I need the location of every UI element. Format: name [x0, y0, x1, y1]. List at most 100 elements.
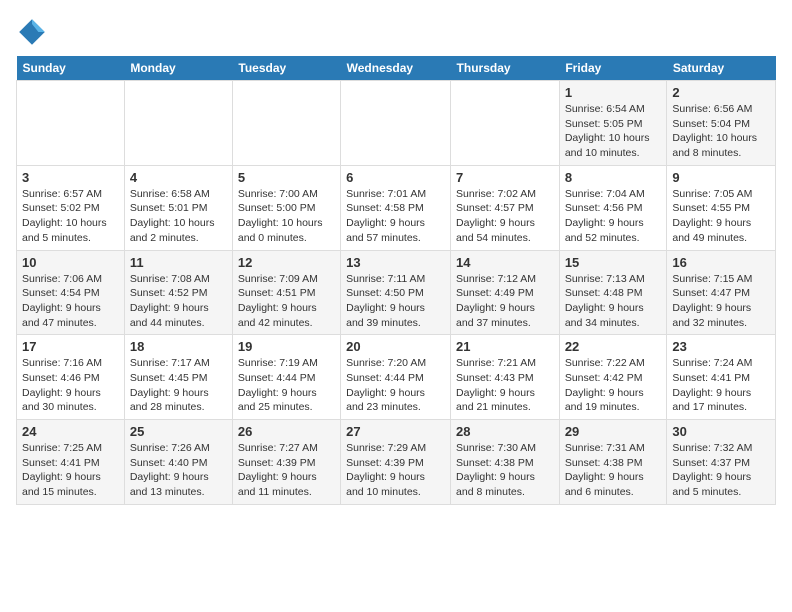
- calendar-cell: 27 Sunrise: 7:29 AM Sunset: 4:39 PM Dayli…: [341, 420, 451, 505]
- day-number: 16: [672, 255, 770, 270]
- day-info: Sunrise: 7:11 AM Sunset: 4:50 PM Dayligh…: [346, 272, 445, 331]
- calendar-cell: [232, 81, 340, 166]
- day-info: Sunrise: 7:02 AM Sunset: 4:57 PM Dayligh…: [456, 187, 554, 246]
- day-info: Sunrise: 6:57 AM Sunset: 5:02 PM Dayligh…: [22, 187, 119, 246]
- calendar-cell: 19 Sunrise: 7:19 AM Sunset: 4:44 PM Dayli…: [232, 335, 340, 420]
- day-number: 3: [22, 170, 119, 185]
- day-info: Sunrise: 7:06 AM Sunset: 4:54 PM Dayligh…: [22, 272, 119, 331]
- day-info: Sunrise: 7:05 AM Sunset: 4:55 PM Dayligh…: [672, 187, 770, 246]
- calendar-cell: 2 Sunrise: 6:56 AM Sunset: 5:04 PM Daylig…: [667, 81, 776, 166]
- day-number: 4: [130, 170, 227, 185]
- day-number: 19: [238, 339, 335, 354]
- day-info: Sunrise: 7:29 AM Sunset: 4:39 PM Dayligh…: [346, 441, 445, 500]
- day-info: Sunrise: 7:31 AM Sunset: 4:38 PM Dayligh…: [565, 441, 662, 500]
- calendar-cell: [17, 81, 125, 166]
- calendar-cell: 17 Sunrise: 7:16 AM Sunset: 4:46 PM Dayli…: [17, 335, 125, 420]
- calendar-table: Sunday Monday Tuesday Wednesday Thursday…: [16, 56, 776, 505]
- calendar-week-row: 17 Sunrise: 7:16 AM Sunset: 4:46 PM Dayli…: [17, 335, 776, 420]
- day-number: 28: [456, 424, 554, 439]
- calendar-cell: 29 Sunrise: 7:31 AM Sunset: 4:38 PM Dayli…: [559, 420, 667, 505]
- calendar-cell: 7 Sunrise: 7:02 AM Sunset: 4:57 PM Daylig…: [451, 165, 560, 250]
- col-monday: Monday: [124, 56, 232, 81]
- day-info: Sunrise: 7:22 AM Sunset: 4:42 PM Dayligh…: [565, 356, 662, 415]
- col-wednesday: Wednesday: [341, 56, 451, 81]
- day-info: Sunrise: 7:08 AM Sunset: 4:52 PM Dayligh…: [130, 272, 227, 331]
- col-thursday: Thursday: [451, 56, 560, 81]
- day-info: Sunrise: 7:24 AM Sunset: 4:41 PM Dayligh…: [672, 356, 770, 415]
- day-number: 7: [456, 170, 554, 185]
- day-info: Sunrise: 7:16 AM Sunset: 4:46 PM Dayligh…: [22, 356, 119, 415]
- page-header: [16, 16, 776, 48]
- calendar-cell: 16 Sunrise: 7:15 AM Sunset: 4:47 PM Dayli…: [667, 250, 776, 335]
- day-info: Sunrise: 6:56 AM Sunset: 5:04 PM Dayligh…: [672, 102, 770, 161]
- day-number: 12: [238, 255, 335, 270]
- calendar-cell: 3 Sunrise: 6:57 AM Sunset: 5:02 PM Daylig…: [17, 165, 125, 250]
- calendar-cell: 13 Sunrise: 7:11 AM Sunset: 4:50 PM Dayli…: [341, 250, 451, 335]
- logo: [16, 16, 52, 48]
- day-number: 9: [672, 170, 770, 185]
- day-number: 2: [672, 85, 770, 100]
- calendar-cell: 18 Sunrise: 7:17 AM Sunset: 4:45 PM Dayli…: [124, 335, 232, 420]
- calendar-cell: 10 Sunrise: 7:06 AM Sunset: 4:54 PM Dayli…: [17, 250, 125, 335]
- calendar-cell: 9 Sunrise: 7:05 AM Sunset: 4:55 PM Daylig…: [667, 165, 776, 250]
- day-number: 27: [346, 424, 445, 439]
- day-number: 13: [346, 255, 445, 270]
- day-info: Sunrise: 7:04 AM Sunset: 4:56 PM Dayligh…: [565, 187, 662, 246]
- calendar-cell: 30Sunrise: 7:32 AM Sunset: 4:37 PM Dayli…: [667, 420, 776, 505]
- calendar-cell: 22 Sunrise: 7:22 AM Sunset: 4:42 PM Dayli…: [559, 335, 667, 420]
- calendar-cell: 25Sunrise: 7:26 AM Sunset: 4:40 PM Dayli…: [124, 420, 232, 505]
- calendar-week-row: 10 Sunrise: 7:06 AM Sunset: 4:54 PM Dayli…: [17, 250, 776, 335]
- calendar-cell: 15Sunrise: 7:13 AM Sunset: 4:48 PM Dayli…: [559, 250, 667, 335]
- col-sunday: Sunday: [17, 56, 125, 81]
- day-number: 11: [130, 255, 227, 270]
- day-info: Sunrise: 7:21 AM Sunset: 4:43 PM Dayligh…: [456, 356, 554, 415]
- day-number: 8: [565, 170, 662, 185]
- calendar-cell: 28 Sunrise: 7:30 AM Sunset: 4:38 PM Dayli…: [451, 420, 560, 505]
- day-number: 21: [456, 339, 554, 354]
- day-number: 25: [130, 424, 227, 439]
- calendar-cell: 23 Sunrise: 7:24 AM Sunset: 4:41 PM Dayli…: [667, 335, 776, 420]
- day-info: Sunrise: 7:15 AM Sunset: 4:47 PM Dayligh…: [672, 272, 770, 331]
- day-number: 30: [672, 424, 770, 439]
- day-info: Sunrise: 7:30 AM Sunset: 4:38 PM Dayligh…: [456, 441, 554, 500]
- calendar-cell: 1Sunrise: 6:54 AM Sunset: 5:05 PM Daylig…: [559, 81, 667, 166]
- day-number: 1: [565, 85, 662, 100]
- day-number: 20: [346, 339, 445, 354]
- header-row: Sunday Monday Tuesday Wednesday Thursday…: [17, 56, 776, 81]
- calendar-cell: 26Sunrise: 7:27 AM Sunset: 4:39 PM Dayli…: [232, 420, 340, 505]
- day-number: 18: [130, 339, 227, 354]
- calendar-week-row: 24Sunrise: 7:25 AM Sunset: 4:41 PM Dayli…: [17, 420, 776, 505]
- day-info: Sunrise: 6:58 AM Sunset: 5:01 PM Dayligh…: [130, 187, 227, 246]
- day-number: 24: [22, 424, 119, 439]
- col-saturday: Saturday: [667, 56, 776, 81]
- calendar-cell: [341, 81, 451, 166]
- day-number: 22: [565, 339, 662, 354]
- calendar-week-row: 1Sunrise: 6:54 AM Sunset: 5:05 PM Daylig…: [17, 81, 776, 166]
- day-number: 23: [672, 339, 770, 354]
- day-info: Sunrise: 7:09 AM Sunset: 4:51 PM Dayligh…: [238, 272, 335, 331]
- day-info: Sunrise: 7:27 AM Sunset: 4:39 PM Dayligh…: [238, 441, 335, 500]
- calendar-cell: 12 Sunrise: 7:09 AM Sunset: 4:51 PM Dayli…: [232, 250, 340, 335]
- day-number: 5: [238, 170, 335, 185]
- calendar-cell: 20 Sunrise: 7:20 AM Sunset: 4:44 PM Dayli…: [341, 335, 451, 420]
- day-number: 29: [565, 424, 662, 439]
- day-info: Sunrise: 7:00 AM Sunset: 5:00 PM Dayligh…: [238, 187, 335, 246]
- calendar-cell: 4 Sunrise: 6:58 AM Sunset: 5:01 PM Daylig…: [124, 165, 232, 250]
- logo-icon: [16, 16, 48, 48]
- calendar-cell: 8 Sunrise: 7:04 AM Sunset: 4:56 PM Daylig…: [559, 165, 667, 250]
- day-info: Sunrise: 7:20 AM Sunset: 4:44 PM Dayligh…: [346, 356, 445, 415]
- day-info: Sunrise: 7:01 AM Sunset: 4:58 PM Dayligh…: [346, 187, 445, 246]
- day-number: 15: [565, 255, 662, 270]
- day-number: 17: [22, 339, 119, 354]
- day-number: 6: [346, 170, 445, 185]
- calendar-cell: [451, 81, 560, 166]
- col-friday: Friday: [559, 56, 667, 81]
- calendar-cell: 24Sunrise: 7:25 AM Sunset: 4:41 PM Dayli…: [17, 420, 125, 505]
- day-info: Sunrise: 7:19 AM Sunset: 4:44 PM Dayligh…: [238, 356, 335, 415]
- calendar-cell: 21 Sunrise: 7:21 AM Sunset: 4:43 PM Dayli…: [451, 335, 560, 420]
- calendar-header: Sunday Monday Tuesday Wednesday Thursday…: [17, 56, 776, 81]
- day-info: Sunrise: 7:17 AM Sunset: 4:45 PM Dayligh…: [130, 356, 227, 415]
- day-number: 10: [22, 255, 119, 270]
- calendar-cell: 6 Sunrise: 7:01 AM Sunset: 4:58 PM Daylig…: [341, 165, 451, 250]
- calendar-cell: 14Sunrise: 7:12 AM Sunset: 4:49 PM Dayli…: [451, 250, 560, 335]
